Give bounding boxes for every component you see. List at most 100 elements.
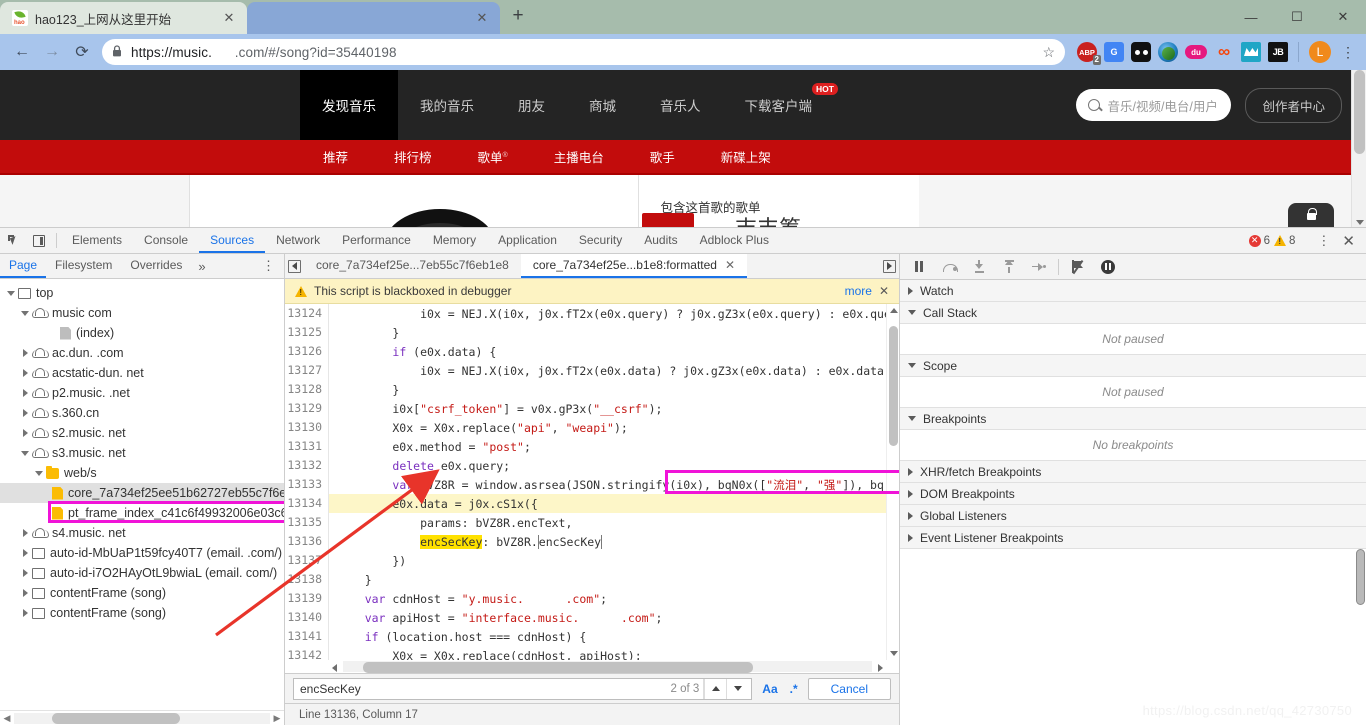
editor-hscrollbar[interactable] xyxy=(329,660,886,673)
search-input[interactable] xyxy=(300,682,671,696)
tab-adblock-plus[interactable]: Adblock Plus xyxy=(689,228,780,253)
close-icon[interactable]: ✕ xyxy=(879,284,889,298)
expand-arrow-icon[interactable] xyxy=(18,311,32,316)
devtools-menu-icon[interactable]: ⋮ xyxy=(1312,233,1335,249)
editor-tab-core-raw[interactable]: core_7a734ef25e...7eb55c7f6eb1e8 xyxy=(304,254,521,278)
nav-tab-overrides[interactable]: Overrides xyxy=(121,254,191,278)
tree-item-acstatic-dun[interactable]: acstatic-dun. net xyxy=(0,363,284,383)
section-scope[interactable]: Scope xyxy=(900,355,1366,377)
tab-network[interactable]: Network xyxy=(265,228,331,253)
section-call-stack[interactable]: Call Stack xyxy=(900,302,1366,324)
scroll-left-icon[interactable]: ◀ xyxy=(0,713,14,724)
section-xhr-fetch-breakpoints[interactable]: XHR/fetch Breakpoints xyxy=(900,461,1366,483)
pause-resume-icon[interactable] xyxy=(908,257,930,277)
page-scrollbar[interactable] xyxy=(1351,70,1366,227)
close-icon[interactable]: ✕ xyxy=(474,10,490,26)
expand-arrow-icon[interactable] xyxy=(32,471,46,476)
baidu-du-icon[interactable]: du xyxy=(1185,45,1207,59)
tab-elements[interactable]: Elements xyxy=(61,228,133,253)
infinity-newtab-icon[interactable]: ∞ xyxy=(1214,42,1234,62)
devtools-close-icon[interactable]: ✕ xyxy=(1339,232,1358,250)
nav-tab-filesystem[interactable]: Filesystem xyxy=(46,254,121,278)
creator-center-button[interactable]: 创作者中心 xyxy=(1245,88,1342,123)
scroll-right-icon[interactable]: ▶ xyxy=(270,713,284,724)
clipboard-icon[interactable] xyxy=(1241,42,1261,62)
back-icon[interactable]: ← xyxy=(8,38,36,66)
scroll-left-icon[interactable] xyxy=(332,664,337,672)
subnav-item-playlist[interactable]: 歌单® xyxy=(455,147,531,166)
editor-tab-core-formatted[interactable]: core_7a734ef25e...b1e8:formatted ✕ xyxy=(521,254,747,278)
step-into-icon[interactable] xyxy=(968,257,990,277)
scroll-right-icon[interactable] xyxy=(878,664,883,672)
find-previous-icon[interactable] xyxy=(704,679,726,699)
expand-arrow-icon[interactable] xyxy=(18,349,32,357)
match-case-toggle[interactable]: Aa xyxy=(760,682,779,696)
inspect-element-icon[interactable] xyxy=(0,228,26,253)
section-watch[interactable]: Watch xyxy=(900,280,1366,302)
scroll-up-icon[interactable] xyxy=(890,308,898,313)
expand-arrow-icon[interactable] xyxy=(18,529,32,537)
tab-performance[interactable]: Performance xyxy=(331,228,422,253)
window-close-button[interactable]: ✕ xyxy=(1320,0,1366,34)
forward-icon[interactable]: → xyxy=(38,38,66,66)
close-icon[interactable]: ✕ xyxy=(221,10,237,26)
deactivate-breakpoints-icon[interactable] xyxy=(1067,257,1089,277)
subnav-item-artist[interactable]: 歌手 xyxy=(627,147,698,166)
expand-arrow-icon[interactable] xyxy=(18,589,32,597)
step-out-icon[interactable] xyxy=(998,257,1020,277)
step-icon[interactable] xyxy=(1028,257,1050,277)
tab-memory[interactable]: Memory xyxy=(422,228,487,253)
step-over-icon[interactable] xyxy=(938,257,960,277)
tab-security[interactable]: Security xyxy=(568,228,633,253)
editor-vscrollbar[interactable] xyxy=(886,304,899,660)
error-count-badge[interactable]: ✕ 6 xyxy=(1249,235,1270,247)
expand-arrow-icon[interactable] xyxy=(4,291,18,296)
tab-audits[interactable]: Audits xyxy=(633,228,688,253)
unlock-icon[interactable] xyxy=(1288,203,1334,227)
section-dom-breakpoints[interactable]: DOM Breakpoints xyxy=(900,483,1366,505)
nav-item-discover[interactable]: 发现音乐 xyxy=(300,70,398,140)
browser-tab-hao123[interactable]: hao hao123_上网从这里开始 ✕ xyxy=(0,2,247,34)
navigator-hscrollbar[interactable]: ◀ ▶ xyxy=(0,710,284,725)
nav-tab-page[interactable]: Page xyxy=(0,254,46,278)
tree-item-s2-music[interactable]: s2.music. net xyxy=(0,423,284,443)
code-editor[interactable]: 13124 i0x = NEJ.X(i0x, j0x.fT2x(e0x.quer… xyxy=(285,304,899,673)
reload-icon[interactable]: ⟳ xyxy=(68,38,96,66)
expand-arrow-icon[interactable] xyxy=(18,389,32,397)
pause-on-exceptions-icon[interactable] xyxy=(1097,257,1119,277)
address-bar[interactable]: https://music.163.com/#/song?id=35440198… xyxy=(102,39,1065,65)
tree-item-core-js[interactable]: core_7a734ef25ee51b62727eb55c7f6eb xyxy=(0,483,284,503)
expand-arrow-icon[interactable] xyxy=(18,451,32,456)
find-next-icon[interactable] xyxy=(726,679,748,699)
warning-count-badge[interactable]: 8 xyxy=(1274,235,1295,247)
subnav-item-radio[interactable]: 主播电台 xyxy=(531,147,627,166)
nav-item-musician[interactable]: 音乐人 xyxy=(638,70,723,140)
tree-item-auto-id-1[interactable]: auto-id-MbUaP1t59fcy40T7 (email. .com/) xyxy=(0,543,284,563)
new-tab-button[interactable]: + xyxy=(504,3,532,31)
nav-item-download-client[interactable]: 下载客户端 HOT xyxy=(723,70,835,140)
tree-item-index[interactable]: (index) xyxy=(0,323,284,343)
subnav-item-recommend[interactable]: 推荐 xyxy=(300,147,371,166)
expand-arrow-icon[interactable] xyxy=(18,549,32,557)
maximize-button[interactable]: ☐ xyxy=(1274,0,1320,34)
bookmark-star-icon[interactable]: ☆ xyxy=(1042,44,1055,61)
navigator-menu-icon[interactable]: ⋮ xyxy=(253,254,284,278)
nav-item-friends[interactable]: 朋友 xyxy=(496,70,567,140)
tree-item-top[interactable]: top xyxy=(0,283,284,303)
find-input-wrapper[interactable]: 2 of 3 xyxy=(293,678,752,700)
browser-tab-music[interactable]: ✕ xyxy=(247,2,500,34)
nav-item-store[interactable]: 商城 xyxy=(567,70,638,140)
expand-arrow-icon[interactable] xyxy=(18,569,32,577)
tab-console[interactable]: Console xyxy=(133,228,199,253)
scroll-track[interactable] xyxy=(14,713,270,724)
tree-item-s3-music[interactable]: s3.music. net xyxy=(0,443,284,463)
tree-item-auto-id-2[interactable]: auto-id-i7O2HAyOtL9bwiaL (email. com/) xyxy=(0,563,284,583)
dark-reader-icon[interactable] xyxy=(1131,42,1151,62)
scroll-tabs-right-icon[interactable] xyxy=(880,254,899,278)
tab-sources[interactable]: Sources xyxy=(199,228,265,253)
expand-arrow-icon[interactable] xyxy=(18,369,32,377)
google-translate-icon[interactable]: G xyxy=(1104,42,1124,62)
tree-item-s360cn[interactable]: s.360.cn xyxy=(0,403,284,423)
jetbrains-toolbox-icon[interactable]: JB xyxy=(1268,42,1288,62)
blackbox-more-link[interactable]: more xyxy=(845,284,872,298)
